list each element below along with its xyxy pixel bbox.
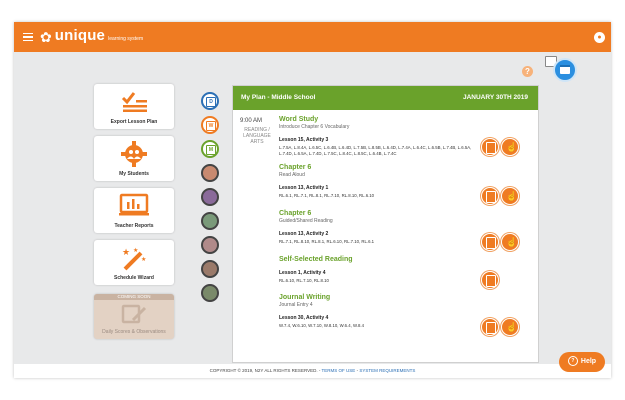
lesson-plan-button[interactable]: [481, 318, 499, 336]
document-icon: [486, 237, 496, 249]
lesson-label: Lesson 13, Activity 2: [279, 231, 329, 237]
teacher-reports-button[interactable]: Teacher Reports: [94, 188, 174, 233]
document-icon: [486, 322, 496, 334]
export-lesson-plan-button[interactable]: Export Lesson Plan: [94, 84, 174, 129]
help-label: Help: [580, 358, 597, 365]
hand-pointer-icon: ☝: [506, 322, 518, 332]
time-label: 9:00 AM: [240, 118, 263, 124]
activity-name[interactable]: Self-Selected Reading: [279, 256, 479, 263]
coming-soon-banner: COMING SOON: [94, 294, 174, 300]
tool-label: My Students: [119, 171, 149, 177]
activity-word-study: Word Study Introduce Chapter 6 Vocabular…: [279, 116, 479, 157]
system-requirements-link[interactable]: SYSTEM REQUIREMENTS: [359, 368, 415, 373]
activity-journal-writing: Journal Writing Journal Entry 4 Lesson 3…: [279, 294, 479, 329]
activity-subtitle: Read Aloud: [279, 172, 305, 178]
activity-chapter-6-read-aloud: Chapter 6 Read Aloud Lesson 13, Activity…: [279, 164, 479, 199]
activity-self-selected-reading: Self-Selected Reading Lesson 1, Activity…: [279, 256, 479, 284]
logo-text: unique: [54, 27, 106, 44]
menu-icon[interactable]: [23, 33, 33, 42]
plan-panel: My Plan - Middle School JANUARY 30TH 201…: [232, 85, 539, 363]
lesson-plan-button[interactable]: [481, 271, 499, 289]
daily-scores-button: COMING SOON Daily Scores & Observations: [94, 294, 174, 339]
plan-title: My Plan - Middle School: [241, 94, 316, 101]
footer: COPYRIGHT © 2019, N2Y ALL RIGHTS RESERVE…: [14, 364, 611, 378]
standards-list: W.7.4, W.6.10, W.7.10, W.8.10, W.6.4, W.…: [279, 323, 365, 328]
student-avatar[interactable]: [201, 164, 219, 182]
user-menu-icon[interactable]: ●: [594, 32, 605, 43]
document-icon: [486, 142, 496, 154]
teach-button[interactable]: ☝: [501, 138, 519, 156]
checklist-icon: [121, 92, 147, 112]
subject-label: READING / LANGUAGE ARTS: [243, 127, 271, 145]
standards-list: L.7.5A, L.8.4A, L.6.5C, L.6.4B, L.6.4D, …: [279, 145, 472, 156]
svg-text:★: ★: [133, 247, 138, 254]
tool-label: Export Lesson Plan: [110, 119, 158, 125]
logo-flower-icon: ✿: [40, 29, 52, 45]
lesson-label: Lesson 13, Activity 1: [279, 185, 329, 191]
gear-people-icon: [121, 141, 147, 167]
report-chart-icon: [119, 193, 149, 216]
calendar-week-icon: W: [206, 121, 216, 131]
my-students-button[interactable]: My Students: [94, 136, 174, 181]
activity-name[interactable]: Chapter 6: [279, 164, 479, 171]
app-window: ✿ unique learning system ● ? Export Less…: [14, 22, 611, 378]
standards-list: RL.7.1, RL.8.10, RL.8.1, RL.6.10, RL.7.1…: [279, 239, 375, 244]
teach-button[interactable]: ☝: [501, 187, 519, 205]
activity-name[interactable]: Journal Writing: [279, 294, 479, 301]
tool-label: Teacher Reports: [114, 223, 154, 229]
tool-label: Schedule Wizard: [114, 275, 154, 281]
student-avatar[interactable]: [201, 236, 219, 254]
calendar-day-icon: D: [206, 97, 216, 107]
plan-header: My Plan - Middle School JANUARY 30TH 201…: [233, 86, 538, 110]
calendar-icon: [560, 65, 570, 74]
activity-subtitle: Introduce Chapter 6 Vocabulary: [279, 124, 350, 130]
activity-name[interactable]: Word Study: [279, 116, 479, 123]
lesson-plan-button[interactable]: [481, 138, 499, 156]
hand-pointer-icon: ☝: [506, 142, 518, 152]
top-bar: ✿ unique learning system ●: [14, 22, 611, 52]
teach-button[interactable]: ☝: [501, 233, 519, 251]
lesson-plan-button[interactable]: [481, 187, 499, 205]
teach-button[interactable]: ☝: [501, 318, 519, 336]
student-avatar[interactable]: [201, 188, 219, 206]
calendar-button[interactable]: [553, 58, 577, 82]
activity-name[interactable]: Chapter 6: [279, 210, 479, 217]
lesson-plan-button[interactable]: [481, 233, 499, 251]
tool-label: Daily Scores & Observations: [102, 329, 166, 335]
help-button[interactable]: ? Help: [559, 352, 605, 372]
week-view-button[interactable]: W: [201, 116, 219, 134]
student-avatar[interactable]: [201, 212, 219, 230]
document-icon: [486, 275, 496, 287]
logo: ✿ unique learning system: [40, 27, 144, 45]
calendar-month-icon: M: [206, 145, 216, 155]
magic-wand-icon: ★ ★ ★: [122, 247, 146, 271]
copyright-text: COPYRIGHT © 2019, N2Y ALL RIGHTS RESERVE…: [209, 368, 318, 373]
svg-text:★: ★: [122, 248, 130, 258]
logo-subtext: learning system: [108, 36, 144, 42]
help-circle-icon: ?: [567, 356, 578, 367]
help-question-icon[interactable]: ?: [522, 66, 533, 77]
schedule-wizard-button[interactable]: ★ ★ ★ Schedule Wizard: [94, 240, 174, 285]
scores-icon: [121, 304, 147, 324]
standards-list: RL.6.10, RL.7.10, RL.8.10: [279, 278, 329, 283]
student-avatar[interactable]: [201, 260, 219, 278]
standards-list: RL.6.1, RL.7.1, RL.8.1, RL.7.10, RL.8.10…: [279, 193, 375, 198]
lesson-label: Lesson 15, Activity 3: [279, 137, 329, 143]
plan-date: JANUARY 30TH 2019: [462, 94, 528, 101]
document-icon: [486, 191, 496, 203]
activity-chapter-6-guided: Chapter 6 Guided/Shared Reading Lesson 1…: [279, 210, 479, 245]
activity-subtitle: Guided/Shared Reading: [279, 218, 333, 224]
day-view-button[interactable]: D: [201, 92, 219, 110]
lesson-label: Lesson 1, Activity 4: [279, 270, 326, 276]
svg-text:★: ★: [141, 256, 146, 263]
activity-subtitle: Journal Entry 4: [279, 302, 313, 308]
student-avatar[interactable]: [201, 284, 219, 302]
hand-pointer-icon: ☝: [506, 191, 518, 201]
month-view-button[interactable]: M: [201, 140, 219, 158]
lesson-label: Lesson 30, Activity 4: [279, 315, 329, 321]
hand-pointer-icon: ☝: [506, 237, 518, 247]
terms-link[interactable]: TERMS OF USE: [322, 368, 356, 373]
